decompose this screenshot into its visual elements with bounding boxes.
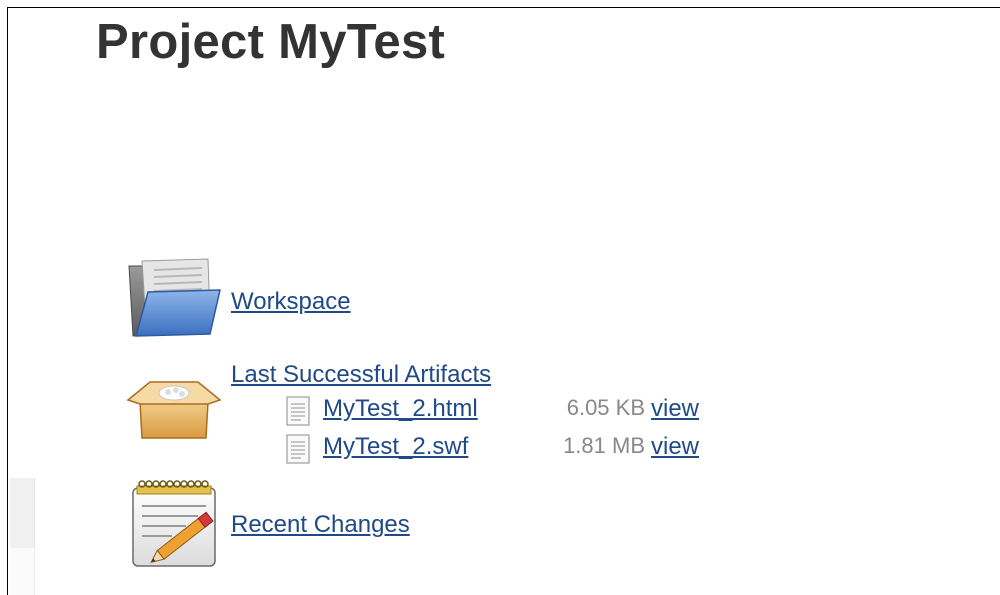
package-box-icon[interactable] <box>126 376 222 442</box>
workspace-link[interactable]: Workspace <box>231 290 351 314</box>
artifact-file-link[interactable]: MyTest_2.swf <box>323 435 468 459</box>
page-title: Project MyTest <box>96 15 446 69</box>
side-panel-edge <box>10 548 35 595</box>
notepad-pencil-icon[interactable] <box>128 478 224 570</box>
artifact-row: MyTest_2.html 6.05 KB view <box>285 396 725 426</box>
text-file-icon <box>285 434 311 469</box>
artifact-view-link[interactable]: view <box>651 397 699 421</box>
artifact-file-link[interactable]: MyTest_2.html <box>323 397 478 421</box>
side-panel-tab[interactable] <box>10 478 35 548</box>
artifacts-link[interactable]: Last Successful Artifacts <box>231 363 491 387</box>
artifact-view-link[interactable]: view <box>651 435 699 459</box>
recent-changes-link[interactable]: Recent Changes <box>231 513 410 537</box>
artifact-row: MyTest_2.swf 1.81 MB view <box>285 434 725 464</box>
text-file-icon <box>285 396 311 431</box>
folder-icon[interactable] <box>126 258 222 342</box>
artifact-file-size: 1.81 MB <box>563 433 645 458</box>
artifact-file-size: 6.05 KB <box>566 395 645 420</box>
